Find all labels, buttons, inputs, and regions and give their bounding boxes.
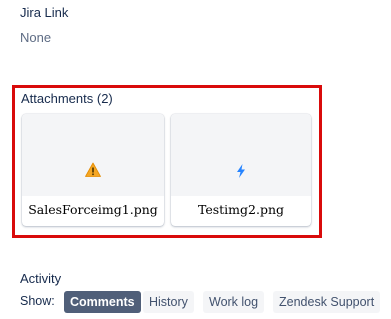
filter-zendesk-support-button[interactable]: Zendesk Support xyxy=(273,291,381,313)
lightning-icon xyxy=(237,164,245,178)
attachment-filename: Testimg2.png xyxy=(197,202,285,217)
activity-show-label: Show: xyxy=(20,294,55,308)
filter-history-button[interactable]: History xyxy=(143,291,194,313)
warning-icon xyxy=(85,162,101,177)
attachment-preview xyxy=(22,114,164,196)
attachment-filename: SalesForceimg1.png xyxy=(28,202,158,217)
attachment-preview xyxy=(171,114,311,196)
attachment-card[interactable]: SalesForceimg1.png xyxy=(22,114,164,226)
activity-heading: Activity xyxy=(20,271,62,286)
attachments-title: Attachments (2) xyxy=(21,91,113,106)
attachment-card[interactable]: Testimg2.png xyxy=(171,114,311,226)
filter-comments-button[interactable]: Comments xyxy=(64,291,141,313)
jira-link-value: None xyxy=(20,30,52,45)
filter-work-log-button[interactable]: Work log xyxy=(203,291,265,313)
jira-link-label: Jira Link xyxy=(20,5,69,20)
